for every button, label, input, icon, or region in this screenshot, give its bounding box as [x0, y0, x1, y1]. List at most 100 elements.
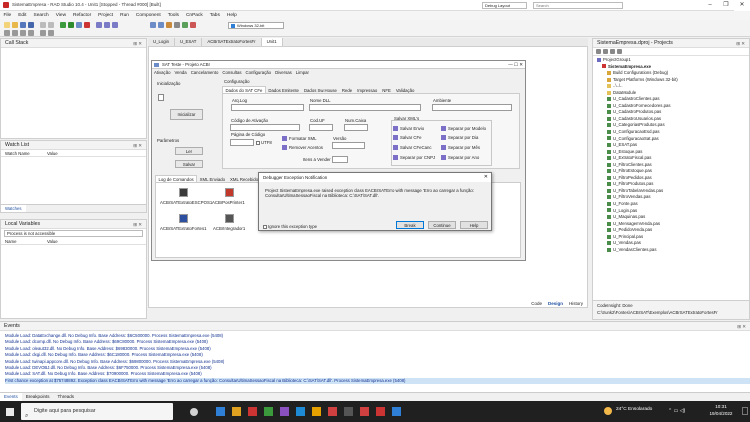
local-col-value[interactable]: Value: [47, 239, 58, 244]
opt-separar-modelo[interactable]: Separar por Modelo: [441, 126, 486, 132]
break-button[interactable]: Break: [396, 221, 424, 229]
minimize-button[interactable]: –: [702, 0, 718, 11]
app-icon[interactable]: [360, 407, 369, 416]
align-top-icon[interactable]: [20, 30, 26, 36]
inicializar-button[interactable]: Inicializar: [170, 109, 203, 120]
pin-close-icon[interactable]: ⊞ ✕: [737, 322, 746, 331]
tab-watches[interactable]: Watches: [1, 205, 26, 212]
tab-dados-sat[interactable]: Dados do SAT CFe: [222, 86, 266, 93]
opt-separar-dia[interactable]: Separar por Dia: [441, 135, 478, 141]
app-icon[interactable]: [296, 407, 305, 416]
align-left-icon[interactable]: [4, 30, 10, 36]
fmenu-venda[interactable]: Venda: [174, 69, 186, 76]
align-right-icon[interactable]: [12, 30, 18, 36]
layout-selector[interactable]: Debug Layout: [482, 2, 527, 9]
windows-start-icon[interactable]: [6, 408, 14, 416]
redo-icon[interactable]: [48, 22, 54, 28]
trace-into-icon[interactable]: [104, 22, 110, 28]
app-icon[interactable]: [280, 407, 289, 416]
tray-icons[interactable]: ⌃ ▭ ◁): [668, 408, 685, 414]
itens-vender-field[interactable]: [332, 156, 348, 163]
undo-icon[interactable]: [40, 22, 46, 28]
nome-dll-field[interactable]: [309, 104, 421, 111]
formatar-xml-checkbox[interactable]: Formatar XML: [282, 136, 316, 142]
tab-design[interactable]: Design: [548, 301, 563, 306]
remove-icon[interactable]: [617, 49, 622, 54]
watch-col-name[interactable]: Watch Name: [1, 151, 47, 156]
opt-separar-cnpj[interactable]: Separar por CNPJ: [393, 155, 435, 161]
integrador-component-icon[interactable]: [225, 214, 234, 223]
task-view-icon[interactable]: [190, 408, 198, 416]
local-col-name[interactable]: Name: [1, 239, 47, 244]
project-options-icon[interactable]: [174, 22, 180, 28]
remove-file-icon[interactable]: [190, 22, 196, 28]
menu-tools[interactable]: Tools: [168, 13, 179, 18]
opt-salvar-cfe[interactable]: Salvar CFe: [393, 135, 422, 141]
fmenu-configuracao[interactable]: Configuração: [246, 69, 272, 76]
taskbar-search[interactable]: ⌕ Digite aqui para pesquisar: [21, 403, 173, 420]
compile-icon[interactable]: [158, 22, 164, 28]
tab-history[interactable]: History: [569, 301, 583, 306]
escpos-component-icon[interactable]: [179, 188, 188, 197]
save-icon[interactable]: [20, 22, 26, 28]
tab-events[interactable]: Events: [0, 393, 22, 401]
watch-col-value[interactable]: Value: [47, 151, 58, 156]
menu-project[interactable]: Project: [98, 13, 113, 18]
tab-log-comandos[interactable]: Log de Comandos: [155, 175, 198, 182]
ignore-exception-checkbox[interactable]: Ignore this exception type: [263, 224, 317, 229]
bring-front-icon[interactable]: [40, 30, 46, 36]
stop-icon[interactable]: [84, 22, 90, 28]
close-button[interactable]: ✕: [734, 0, 750, 11]
clock-time[interactable]: 10:31: [710, 404, 732, 409]
tab-code[interactable]: Code: [531, 301, 542, 306]
init-select[interactable]: [158, 94, 164, 101]
new-icon[interactable]: [4, 22, 10, 28]
opt-separar-ano[interactable]: Separar por Ano: [441, 155, 479, 161]
versao-field[interactable]: [332, 142, 365, 149]
menu-cnpack[interactable]: CnPack: [186, 13, 203, 18]
pin-close-icon[interactable]: ⊞ ✕: [133, 141, 142, 150]
utf8-checkbox[interactable]: UTF8: [256, 140, 272, 145]
num-caixa-field[interactable]: [344, 124, 368, 131]
fmenu-cancelamento[interactable]: Cancelamento: [191, 69, 219, 76]
menu-refactor[interactable]: Refactor: [73, 13, 91, 18]
ambiente-select[interactable]: [432, 104, 512, 111]
opt-salvar-cfecanc[interactable]: Salvar CFeCanc: [393, 145, 432, 151]
add-file-icon[interactable]: [182, 22, 188, 28]
open-icon[interactable]: [12, 22, 18, 28]
tab-u-esat[interactable]: U_ESAT: [175, 38, 203, 46]
menu-search[interactable]: Search: [34, 13, 49, 18]
fmenu-consultas[interactable]: Consultas: [222, 69, 241, 76]
ler-button[interactable]: Ler: [175, 147, 203, 155]
clock-date[interactable]: 19/04/2022: [705, 411, 737, 416]
activate-icon[interactable]: [603, 49, 608, 54]
delphi-icon[interactable]: [248, 407, 257, 416]
ignore-check-box[interactable]: [263, 224, 267, 229]
menu-tabs[interactable]: Tabs: [210, 13, 220, 18]
sync-icon[interactable]: [596, 49, 601, 54]
menu-run[interactable]: Run: [120, 13, 129, 18]
build-icon[interactable]: [150, 22, 156, 28]
tab-u-login[interactable]: U_Login: [148, 38, 176, 46]
run-debug-icon[interactable]: [68, 22, 74, 28]
pause-icon[interactable]: [76, 22, 82, 28]
weather-text[interactable]: 24°C Ensolarado: [616, 407, 652, 412]
align-bottom-icon[interactable]: [28, 30, 34, 36]
posprinter-component-icon[interactable]: [225, 188, 234, 197]
cod-uf-field[interactable]: [309, 124, 333, 131]
pin-close-icon[interactable]: ⊞ ✕: [133, 220, 142, 229]
cod-ativacao-field[interactable]: [230, 124, 300, 131]
explorer-icon[interactable]: [232, 407, 241, 416]
arq-log-field[interactable]: [231, 104, 304, 111]
fmenu-diversas[interactable]: Diversas: [275, 69, 292, 76]
tab-threads[interactable]: Threads: [54, 393, 79, 401]
fortes-component-icon[interactable]: [179, 214, 188, 223]
help-button[interactable]: Help: [460, 221, 488, 229]
opt-salvar-envio[interactable]: Salvar Envio: [393, 126, 424, 132]
menu-view[interactable]: View: [56, 13, 66, 18]
pagina-codigo-field[interactable]: [230, 139, 254, 146]
run-icon[interactable]: [60, 22, 66, 28]
pin-close-icon[interactable]: ⊞ ✕: [736, 39, 745, 48]
platform-select[interactable]: Windows 32-bit: [228, 22, 284, 29]
dialog-close-icon[interactable]: ✕: [484, 173, 488, 182]
